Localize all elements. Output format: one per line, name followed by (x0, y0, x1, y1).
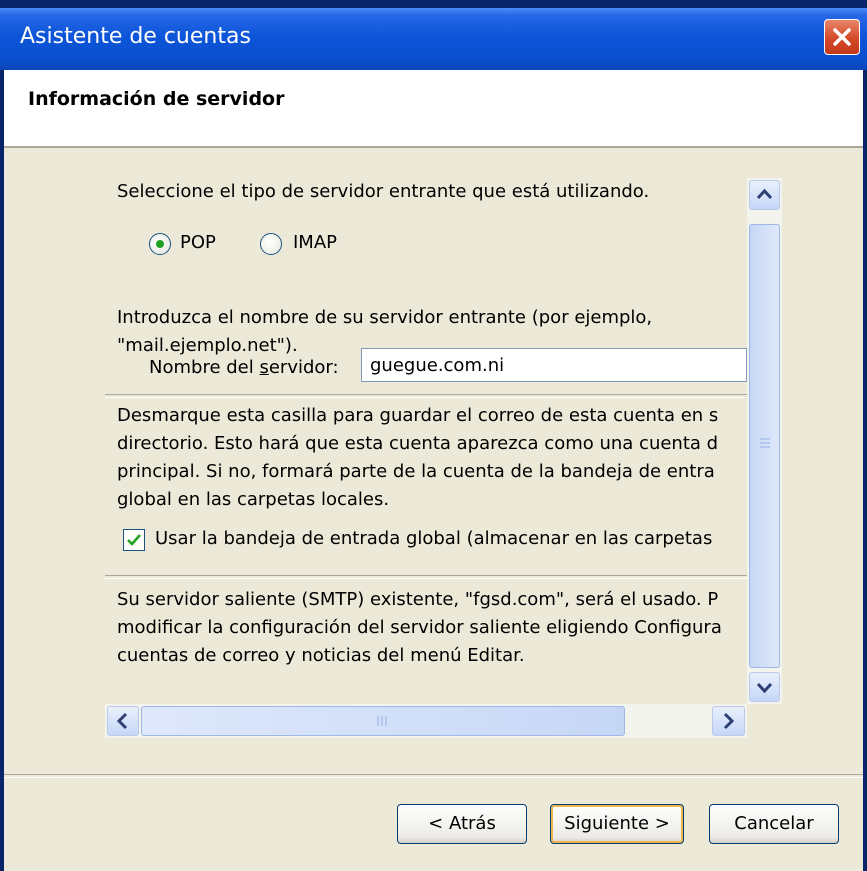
server-name-label-accel: s (259, 357, 269, 378)
title-bar[interactable]: Asistente de cuentas (0, 8, 867, 70)
vertical-scrollbar[interactable] (747, 178, 782, 704)
back-button[interactable]: < Atrás (397, 804, 527, 844)
close-icon (833, 28, 851, 46)
next-button[interactable]: Siguiente > (550, 804, 684, 844)
section-divider-1 (105, 394, 747, 398)
footer-divider (4, 774, 863, 778)
global-inbox-label[interactable]: Usar la bandeja de entrada global (almac… (155, 525, 712, 553)
scroll-left-button[interactable] (107, 706, 139, 736)
server-name-label-prefix: Nombre del (149, 357, 260, 378)
chevron-up-icon (756, 188, 773, 200)
global-inbox-checkbox[interactable] (123, 529, 145, 551)
horizontal-scroll-thumb[interactable] (141, 706, 625, 736)
scrollbar-corner (747, 704, 782, 738)
grip-icon (760, 438, 770, 448)
global-inbox-desc-line1: Desmarque esta casilla para guardar el c… (117, 405, 719, 426)
scroll-up-button[interactable] (749, 180, 780, 210)
page-title: Información de servidor (28, 88, 285, 110)
server-name-label: Nombre del servidor: (149, 354, 339, 382)
window-title: Asistente de cuentas (20, 24, 251, 49)
smtp-note-line2: modificar la configuración del servidor … (117, 617, 722, 638)
horizontal-scrollbar[interactable] (105, 704, 747, 738)
cancel-button[interactable]: Cancelar (709, 804, 839, 844)
chevron-left-icon (116, 712, 128, 730)
close-button[interactable] (824, 19, 860, 55)
server-name-field[interactable] (361, 348, 747, 382)
radio-selected-dot (156, 240, 164, 248)
wizard-header: Información de servidor (4, 70, 863, 146)
radio-imap-label[interactable]: IMAP (293, 229, 337, 257)
radio-pop-button[interactable] (149, 233, 171, 255)
chevron-down-icon (756, 682, 773, 694)
vertical-scroll-thumb[interactable] (749, 224, 780, 668)
server-type-prompt: Seleccione el tipo de servidor entrante … (117, 181, 650, 202)
chevron-right-icon (723, 712, 735, 730)
scroll-down-button[interactable] (749, 672, 780, 702)
dialog-window: Asistente de cuentas Información de serv… (0, 0, 867, 871)
dialog-client: Información de servidor Seleccione el ti… (4, 70, 863, 871)
global-inbox-desc-line3: principal. Si no, formará parte de la cu… (117, 461, 715, 482)
global-inbox-desc-line2: directorio. Esto hará que esta cuenta ap… (117, 433, 719, 454)
section-divider-2 (105, 575, 747, 579)
header-divider (4, 146, 863, 148)
scroll-right-button[interactable] (712, 706, 745, 736)
global-inbox-desc-line4: global en las carpetas locales. (117, 489, 390, 510)
server-name-instruction-line1: Introduzca el nombre de su servidor entr… (117, 307, 653, 328)
smtp-note-line3: cuentas de correo y noticias del menú Ed… (117, 645, 525, 666)
scroll-panel: Seleccione el tipo de servidor entrante … (105, 178, 747, 704)
server-name-input[interactable] (362, 349, 740, 381)
radio-imap-button[interactable] (260, 233, 282, 255)
server-name-label-suffix: ervidor: (268, 357, 339, 378)
radio-pop-label[interactable]: POP (180, 229, 216, 257)
smtp-note-line1: Su servidor saliente (SMTP) existente, "… (117, 589, 719, 610)
checkmark-icon (127, 534, 141, 546)
grip-icon (377, 716, 387, 726)
